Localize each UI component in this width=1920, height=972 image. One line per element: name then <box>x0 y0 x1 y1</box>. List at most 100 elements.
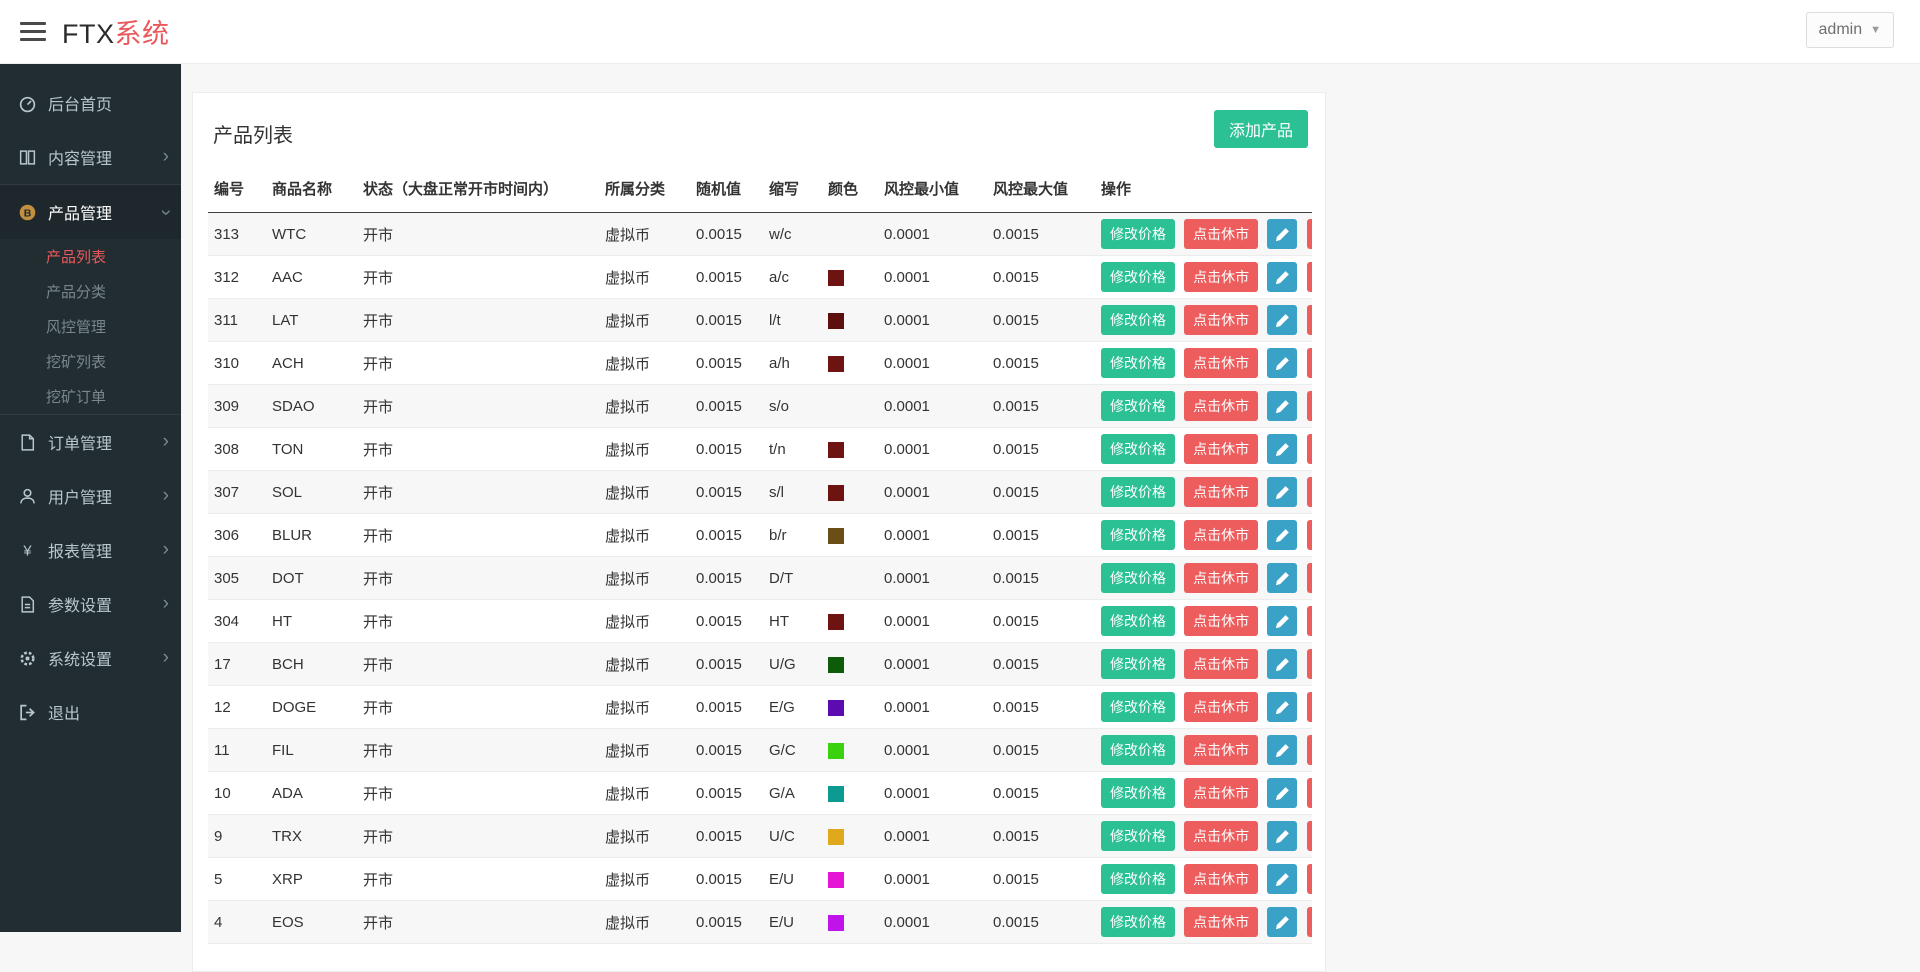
modify-price-button[interactable]: 修改价格 <box>1101 821 1175 851</box>
delete-button[interactable] <box>1307 606 1312 636</box>
close-market-button[interactable]: 点击休市 <box>1184 563 1258 593</box>
edit-button[interactable] <box>1267 262 1297 292</box>
close-market-button[interactable]: 点击休市 <box>1184 391 1258 421</box>
modify-price-button[interactable]: 修改价格 <box>1101 692 1175 722</box>
delete-button[interactable] <box>1307 907 1312 937</box>
sidebar-item-system[interactable]: 系统设置 › <box>0 631 181 685</box>
close-market-button[interactable]: 点击休市 <box>1184 864 1258 894</box>
close-market-button[interactable]: 点击休市 <box>1184 778 1258 808</box>
delete-button[interactable] <box>1307 391 1312 421</box>
delete-button[interactable] <box>1307 864 1312 894</box>
modify-price-button[interactable]: 修改价格 <box>1101 477 1175 507</box>
cell-random: 0.0015 <box>690 256 763 299</box>
sidebar-sub-mining-orders[interactable]: 挖矿订单 <box>0 379 181 414</box>
cell-color <box>822 514 878 557</box>
modify-price-button[interactable]: 修改价格 <box>1101 348 1175 378</box>
sidebar-item-users[interactable]: 用户管理 › <box>0 469 181 523</box>
add-product-button[interactable]: 添加产品 <box>1214 110 1308 148</box>
edit-button[interactable] <box>1267 434 1297 464</box>
modify-price-button[interactable]: 修改价格 <box>1101 649 1175 679</box>
close-market-button[interactable]: 点击休市 <box>1184 821 1258 851</box>
edit-button[interactable] <box>1267 649 1297 679</box>
sidebar-sub-product-category[interactable]: 产品分类 <box>0 274 181 309</box>
close-market-button[interactable]: 点击休市 <box>1184 907 1258 937</box>
dashboard-icon <box>18 94 37 113</box>
close-market-button[interactable]: 点击休市 <box>1184 305 1258 335</box>
sidebar-item-logout[interactable]: 退出 <box>0 685 181 739</box>
edit-button[interactable] <box>1267 520 1297 550</box>
user-dropdown[interactable]: admin ▼ <box>1806 12 1894 48</box>
edit-button[interactable] <box>1267 219 1297 249</box>
cell-random: 0.0015 <box>690 901 763 944</box>
edit-button[interactable] <box>1267 692 1297 722</box>
cell-risk-min: 0.0001 <box>878 342 987 385</box>
edit-button[interactable] <box>1267 391 1297 421</box>
modify-price-button[interactable]: 修改价格 <box>1101 563 1175 593</box>
delete-button[interactable] <box>1307 563 1312 593</box>
sidebar-item-orders[interactable]: 订单管理 › <box>0 415 181 469</box>
modify-price-button[interactable]: 修改价格 <box>1101 391 1175 421</box>
edit-button[interactable] <box>1267 563 1297 593</box>
delete-button[interactable] <box>1307 778 1312 808</box>
modify-price-button[interactable]: 修改价格 <box>1101 520 1175 550</box>
col-header-actions: 操作 <box>1095 166 1312 213</box>
modify-price-button[interactable]: 修改价格 <box>1101 864 1175 894</box>
sidebar-item-content[interactable]: 内容管理 › <box>0 130 181 184</box>
close-market-button[interactable]: 点击休市 <box>1184 606 1258 636</box>
col-header-risk-max: 风控最大值 <box>987 166 1095 213</box>
sidebar-sub-risk-management[interactable]: 风控管理 <box>0 309 181 344</box>
close-market-button[interactable]: 点击休市 <box>1184 735 1258 765</box>
edit-button[interactable] <box>1267 477 1297 507</box>
modify-price-button[interactable]: 修改价格 <box>1101 434 1175 464</box>
hamburger-menu-icon[interactable] <box>20 22 46 42</box>
cell-risk-max: 0.0015 <box>987 385 1095 428</box>
products-submenu: 产品列表 产品分类 风控管理 挖矿列表 挖矿订单 <box>0 239 181 414</box>
close-market-button[interactable]: 点击休市 <box>1184 520 1258 550</box>
modify-price-button[interactable]: 修改价格 <box>1101 305 1175 335</box>
modify-price-button[interactable]: 修改价格 <box>1101 219 1175 249</box>
delete-button[interactable] <box>1307 348 1312 378</box>
sidebar-item-products[interactable]: B 产品管理 › <box>0 185 181 239</box>
delete-button[interactable] <box>1307 735 1312 765</box>
svg-text:B: B <box>24 207 32 219</box>
edit-button[interactable] <box>1267 907 1297 937</box>
close-market-button[interactable]: 点击休市 <box>1184 692 1258 722</box>
delete-button[interactable] <box>1307 219 1312 249</box>
col-header-color: 颜色 <box>822 166 878 213</box>
close-market-button[interactable]: 点击休市 <box>1184 348 1258 378</box>
modify-price-button[interactable]: 修改价格 <box>1101 907 1175 937</box>
sidebar-sub-product-list[interactable]: 产品列表 <box>0 239 181 274</box>
sidebar-item-parameters[interactable]: 参数设置 › <box>0 577 181 631</box>
modify-price-button[interactable]: 修改价格 <box>1101 735 1175 765</box>
sidebar-item-reports[interactable]: ¥ 报表管理 › <box>0 523 181 577</box>
delete-button[interactable] <box>1307 821 1312 851</box>
close-market-button[interactable]: 点击休市 <box>1184 649 1258 679</box>
delete-button[interactable] <box>1307 262 1312 292</box>
edit-button[interactable] <box>1267 735 1297 765</box>
delete-button[interactable] <box>1307 649 1312 679</box>
delete-button[interactable] <box>1307 305 1312 335</box>
product-table: 编号 商品名称 状态（大盘正常开市时间内） 所属分类 随机值 缩写 颜色 风控最… <box>208 166 1312 944</box>
edit-button[interactable] <box>1267 348 1297 378</box>
edit-button[interactable] <box>1267 606 1297 636</box>
sidebar-item-dashboard[interactable]: 后台首页 <box>0 76 181 130</box>
close-market-button[interactable]: 点击休市 <box>1184 262 1258 292</box>
modify-price-button[interactable]: 修改价格 <box>1101 606 1175 636</box>
modify-price-button[interactable]: 修改价格 <box>1101 262 1175 292</box>
chevron-right-icon: › <box>163 540 169 559</box>
edit-button[interactable] <box>1267 864 1297 894</box>
col-header-id: 编号 <box>208 166 266 213</box>
close-market-button[interactable]: 点击休市 <box>1184 477 1258 507</box>
edit-button[interactable] <box>1267 305 1297 335</box>
delete-button[interactable] <box>1307 477 1312 507</box>
delete-button[interactable] <box>1307 692 1312 722</box>
close-market-button[interactable]: 点击休市 <box>1184 434 1258 464</box>
sidebar-sub-mining-list[interactable]: 挖矿列表 <box>0 344 181 379</box>
edit-button[interactable] <box>1267 778 1297 808</box>
close-market-button[interactable]: 点击休市 <box>1184 219 1258 249</box>
edit-button[interactable] <box>1267 821 1297 851</box>
cell-random: 0.0015 <box>690 772 763 815</box>
delete-button[interactable] <box>1307 434 1312 464</box>
delete-button[interactable] <box>1307 520 1312 550</box>
modify-price-button[interactable]: 修改价格 <box>1101 778 1175 808</box>
